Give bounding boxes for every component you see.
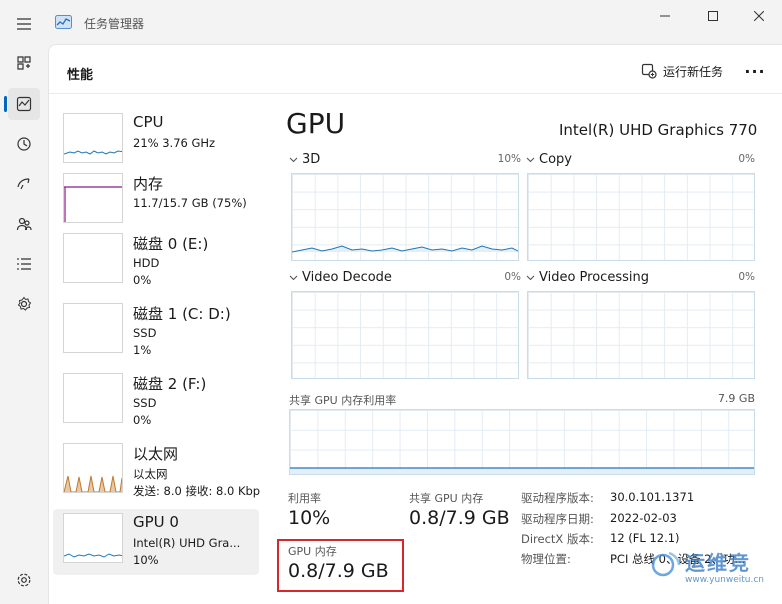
- startup-icon[interactable]: [8, 168, 40, 200]
- list-item-value: 1%: [133, 343, 152, 357]
- list-item-value: 0%: [133, 413, 152, 427]
- menu-icon[interactable]: [8, 10, 40, 38]
- list-item-cpu[interactable]: CPU 21% 3.76 GHz: [53, 113, 259, 173]
- list-item-detail: 以太网: [133, 467, 168, 481]
- page-title: 性能: [67, 68, 94, 83]
- info-label: 物理位置:: [521, 552, 571, 566]
- utilization-value: 10%: [288, 507, 331, 529]
- graph-title-video-decode[interactable]: Video Decode: [289, 270, 392, 285]
- info-value: 2022-02-03: [610, 511, 677, 525]
- cpu-thumbnail: [63, 113, 123, 163]
- shared-memory-value: 0.8/7.9 GB: [409, 507, 510, 529]
- list-item-name: GPU 0: [133, 513, 179, 531]
- list-item-disk-2[interactable]: 磁盘 2 (F:) SSD 0%: [53, 373, 259, 433]
- shared-memory-graph-label: 共享 GPU 内存利用率: [289, 394, 397, 407]
- graph-label: Copy: [539, 152, 572, 167]
- graph-value: 10%: [497, 153, 521, 165]
- shared-memory-graph-max: 7.9 GB: [717, 392, 755, 405]
- graph-label: 3D: [302, 152, 321, 167]
- graph-video-decode: [291, 291, 519, 379]
- watermark: 运维竞 www.yunweitu.cn: [649, 545, 781, 601]
- list-item-detail: 21% 3.76 GHz: [133, 136, 216, 150]
- list-item-value: 0%: [133, 273, 152, 287]
- gpu-model-name: Intel(R) UHD Graphics 770: [559, 121, 758, 139]
- watermark-logo-icon: [651, 551, 681, 577]
- performance-icon[interactable]: [8, 88, 40, 120]
- list-item-name: 磁盘 1 (C: D:): [133, 305, 231, 323]
- graph-title-copy[interactable]: Copy: [526, 152, 572, 167]
- run-new-task-label: 运行新任务: [663, 64, 724, 79]
- services-icon[interactable]: [8, 288, 40, 320]
- utilization-label: 利用率: [288, 492, 321, 505]
- maximize-button[interactable]: [690, 6, 736, 26]
- more-options-button[interactable]: ···: [739, 57, 771, 85]
- shared-memory-graph: [289, 409, 755, 475]
- chevron-down-icon: [289, 275, 298, 280]
- users-icon[interactable]: [8, 208, 40, 240]
- graph-value: 0%: [738, 271, 755, 283]
- header-divider: [49, 93, 782, 94]
- list-item-detail: HDD: [133, 256, 160, 270]
- list-item-detail: SSD: [133, 396, 157, 410]
- list-item-memory[interactable]: 内存 11.7/15.7 GB (75%): [53, 173, 259, 233]
- list-item-gpu-0[interactable]: GPU 0 Intel(R) UHD Gra... 10%: [53, 509, 259, 575]
- graph-copy: [527, 173, 755, 261]
- graph-label: Video Decode: [302, 270, 392, 285]
- graph-3d: [291, 173, 519, 261]
- settings-icon[interactable]: [8, 564, 40, 596]
- chevron-down-icon: [526, 157, 535, 162]
- list-item-ethernet[interactable]: 以太网 以太网 发送: 8.0 接收: 8.0 Kbp: [53, 443, 261, 503]
- info-value: 30.0.101.1371: [610, 490, 695, 504]
- list-item-name: 磁盘 0 (E:): [133, 235, 209, 253]
- info-label: 驱动程序版本:: [521, 491, 594, 505]
- app-title: 任务管理器: [84, 17, 145, 31]
- info-value: 12 (FL 12.1): [610, 531, 680, 545]
- info-label: 驱动程序日期:: [521, 512, 594, 526]
- ethernet-thumbnail: [63, 443, 123, 493]
- chevron-down-icon: [526, 275, 535, 280]
- info-label: DirectX 版本:: [521, 532, 594, 546]
- gpu-0-thumbnail: [63, 513, 123, 563]
- title-bar: 任务管理器: [0, 0, 782, 44]
- list-item-disk-1[interactable]: 磁盘 1 (C: D:) SSD 1%: [53, 303, 259, 363]
- list-item-name: 磁盘 2 (F:): [133, 375, 207, 393]
- details-icon[interactable]: [8, 248, 40, 280]
- list-item-disk-0[interactable]: 磁盘 0 (E:) HDD 0%: [53, 233, 259, 293]
- task-manager-app-icon: [55, 15, 72, 29]
- watermark-text: 运维竞: [685, 551, 751, 575]
- list-item-name: 内存: [133, 175, 164, 193]
- gpu-memory-value: 0.8/7.9 GB: [288, 560, 389, 582]
- disk-1-thumbnail: [63, 303, 123, 353]
- graph-video-processing: [527, 291, 755, 379]
- run-new-task-button[interactable]: 运行新任务: [635, 57, 729, 85]
- list-item-detail: SSD: [133, 326, 157, 340]
- disk-2-thumbnail: [63, 373, 123, 423]
- graph-value: 0%: [504, 271, 521, 283]
- performance-panel: 性能 运行新任务 ··· CPU 21% 3.76 GHz 内存 11.7/15…: [48, 44, 782, 604]
- list-item-name: CPU: [133, 113, 164, 131]
- detail-title: GPU: [286, 107, 346, 140]
- memory-thumbnail: [63, 173, 123, 223]
- active-nav-indicator: [4, 96, 7, 112]
- graph-title-3d[interactable]: 3D: [289, 152, 320, 167]
- gpu-memory-label: GPU 内存: [288, 545, 337, 558]
- new-task-icon: [641, 63, 657, 79]
- list-item-detail: Intel(R) UHD Gra...: [133, 536, 241, 550]
- processes-icon[interactable]: [8, 47, 40, 79]
- disk-0-thumbnail: [63, 233, 123, 283]
- app-history-icon[interactable]: [8, 128, 40, 160]
- close-button[interactable]: [736, 6, 782, 26]
- list-item-value: 发送: 8.0 接收: 8.0 Kbp: [133, 484, 261, 498]
- chevron-down-icon: [289, 157, 298, 162]
- watermark-url: www.yunweitu.cn: [685, 575, 764, 585]
- graph-label: Video Processing: [539, 270, 649, 285]
- shared-memory-label: 共享 GPU 内存: [409, 492, 484, 505]
- minimize-button[interactable]: [642, 6, 688, 26]
- list-item-name: 以太网: [133, 445, 179, 463]
- graph-value: 0%: [738, 153, 755, 165]
- list-item-value: 10%: [133, 553, 159, 567]
- list-item-detail: 11.7/15.7 GB (75%): [133, 196, 247, 210]
- graph-title-video-processing[interactable]: Video Processing: [526, 270, 649, 285]
